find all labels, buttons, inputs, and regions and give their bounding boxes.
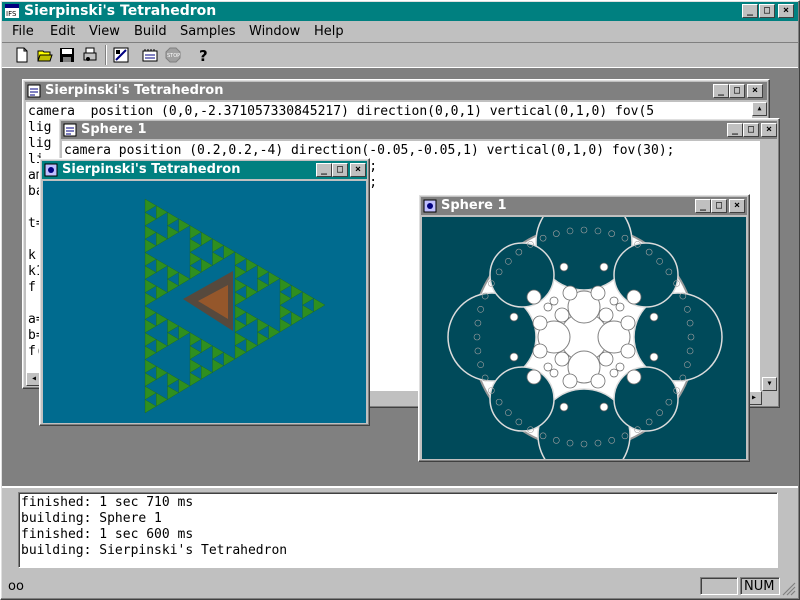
status-bar: oo NUM xyxy=(2,574,798,598)
minimize-button[interactable]: _ xyxy=(742,4,758,18)
log-line: finished: 1 sec 600 ms xyxy=(21,527,194,542)
editor-sphere-titlebar: Sphere 1 xyxy=(61,121,777,139)
log-line: finished: 1 sec 710 ms xyxy=(21,495,194,510)
status-panel-num: NUM xyxy=(740,577,780,595)
document-icon xyxy=(27,84,41,98)
minimize-button[interactable]: _ xyxy=(727,123,743,137)
menu-samples[interactable]: Samples xyxy=(180,24,236,39)
svg-text:STOP: STOP xyxy=(167,53,180,59)
svg-text:IFS: IFS xyxy=(6,10,17,18)
render-sphere-title: Sphere 1 xyxy=(441,198,507,213)
document-icon xyxy=(63,123,77,137)
menu-window[interactable]: Window xyxy=(249,24,300,39)
stop-icon[interactable]: STOP xyxy=(165,47,181,63)
status-text: oo xyxy=(8,579,24,594)
minimize-button[interactable]: _ xyxy=(695,199,711,213)
maximize-button[interactable]: □ xyxy=(729,84,745,98)
ifs-app-icon: IFS xyxy=(5,4,19,18)
print-icon[interactable] xyxy=(82,47,98,63)
menu-help[interactable]: Help xyxy=(314,24,344,39)
app-title: Sierpinski's Tetrahedron xyxy=(24,3,217,19)
scroll-down-arrow[interactable]: ▾ xyxy=(762,377,777,391)
render-window-sierpinski[interactable]: Sierpinski's Tetrahedron _ □ × xyxy=(39,158,370,426)
status-panel-empty xyxy=(700,577,738,595)
output-log-text: finished: 1 sec 710 ms building: Sphere 1… xyxy=(21,495,287,559)
build-icon[interactable] xyxy=(142,47,158,63)
sphere-fractal-render xyxy=(422,217,746,459)
menu-edit[interactable]: Edit xyxy=(50,24,75,39)
main-titlebar: IFS Sierpinski's Tetrahedron _ □ × xyxy=(2,2,798,21)
close-button[interactable]: × xyxy=(747,84,763,98)
close-button[interactable]: × xyxy=(778,4,794,18)
minimize-button[interactable]: _ xyxy=(316,163,332,177)
code-line: camera position (0.2,0.2,-4) direction(-… xyxy=(64,143,675,158)
maximize-button[interactable]: □ xyxy=(711,199,727,213)
save-icon[interactable] xyxy=(59,47,75,63)
output-pane: finished: 1 sec 710 ms building: Sphere 1… xyxy=(2,486,798,572)
close-button[interactable]: × xyxy=(350,163,366,177)
sierpinski-fractal-render xyxy=(43,181,366,423)
maximize-button[interactable]: □ xyxy=(743,123,759,137)
log-line: building: Sphere 1 xyxy=(21,511,162,526)
new-file-icon[interactable] xyxy=(14,47,30,63)
close-button[interactable]: × xyxy=(761,123,777,137)
menu-view[interactable]: View xyxy=(89,24,120,39)
size-grip-icon[interactable] xyxy=(782,582,796,596)
editor-sierpinski-title: Sierpinski's Tetrahedron xyxy=(45,83,224,98)
maximize-button[interactable]: □ xyxy=(332,163,348,177)
help-icon[interactable]: ? xyxy=(195,47,211,63)
log-line: building: Sierpinski's Tetrahedron xyxy=(21,543,288,558)
vertical-scrollbar[interactable]: ▾ xyxy=(762,141,777,391)
menu-bar: File Edit View Build Samples Window Help xyxy=(2,21,798,41)
editor-sphere-title: Sphere 1 xyxy=(81,122,147,137)
editor-sierpinski-titlebar: Sierpinski's Tetrahedron xyxy=(25,82,767,100)
render-image-icon xyxy=(44,163,58,177)
maximize-button[interactable]: □ xyxy=(759,4,775,18)
toolbar-separator xyxy=(105,45,107,65)
close-button[interactable]: × xyxy=(729,199,745,213)
output-vertical-scrollbar[interactable] xyxy=(780,492,796,568)
render-icon[interactable] xyxy=(113,47,129,63)
minimize-button[interactable]: _ xyxy=(713,84,729,98)
scroll-up-arrow[interactable]: ▴ xyxy=(752,102,767,116)
toolbar: STOP ? xyxy=(2,42,798,68)
open-folder-icon[interactable] xyxy=(37,47,53,63)
render-sierpinski-title: Sierpinski's Tetrahedron xyxy=(62,162,241,177)
num-lock-indicator: NUM xyxy=(744,579,775,594)
svg-text:?: ? xyxy=(199,47,208,63)
menu-file[interactable]: File xyxy=(12,24,34,39)
output-log[interactable]: finished: 1 sec 710 ms building: Sphere 1… xyxy=(18,492,778,568)
render-image-icon xyxy=(423,199,437,213)
menu-build[interactable]: Build xyxy=(134,24,167,39)
render-window-sphere[interactable]: Sphere 1 _ □ × xyxy=(418,194,750,462)
